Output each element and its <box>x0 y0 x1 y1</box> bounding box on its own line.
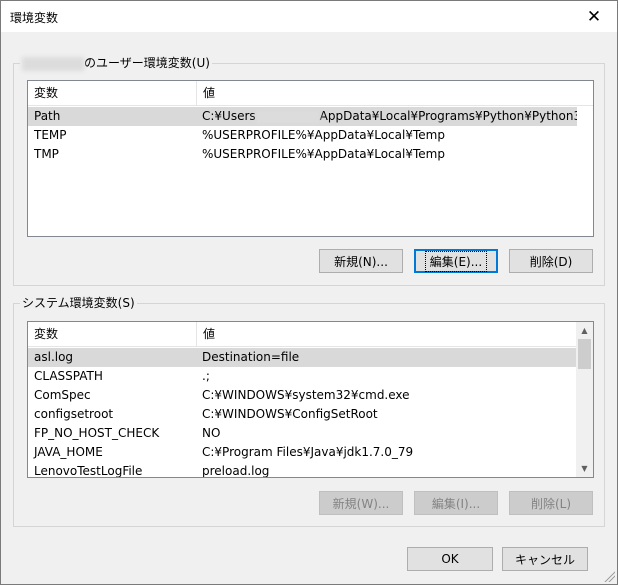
title-bar: 環境変数 ✕ <box>1 1 617 32</box>
redacted-username <box>22 56 84 71</box>
variable-value-cell: %USERPROFILE%¥AppData¥Local¥Temp <box>202 128 445 142</box>
variable-value-cell: %USERPROFILE%¥AppData¥Local¥Temp <box>202 147 445 161</box>
table-row[interactable]: TEMP %USERPROFILE%¥AppData¥Local¥Temp <box>28 126 577 145</box>
resize-grip-icon[interactable] <box>603 570 615 582</box>
variable-value-cell: C:¥WINDOWS¥ConfigSetRoot <box>202 407 378 421</box>
close-button[interactable]: ✕ <box>571 1 617 32</box>
column-header-value[interactable]: 値 <box>196 322 576 347</box>
environment-variables-dialog: 環境変数 ✕ のユーザー環境変数(U) 変数 値 Path C:¥Users Ap… <box>0 0 618 585</box>
scroll-up-arrow-icon[interactable]: ▲ <box>576 322 593 339</box>
variable-value-cell: C:¥WINDOWS¥system32¥cmd.exe <box>202 388 410 402</box>
variable-name-cell: LenovoTestLogFile <box>34 464 143 478</box>
table-row[interactable]: FP_NO_HOST_CHECK NO <box>28 424 576 443</box>
variable-name-cell: JAVA_HOME <box>34 445 103 459</box>
system-list-header: 変数 値 <box>28 322 576 347</box>
table-row[interactable]: ComSpec C:¥WINDOWS¥system32¥cmd.exe <box>28 386 576 405</box>
system-new-button[interactable]: 新規(W)... <box>319 491 403 515</box>
user-list-header: 変数 値 <box>28 81 593 106</box>
system-variables-group-label: システム環境変数(S) <box>20 296 137 310</box>
variable-name-cell: TEMP <box>34 128 67 142</box>
column-header-variable[interactable]: 変数 <box>28 322 196 347</box>
table-row[interactable]: CLASSPATH .; <box>28 367 576 386</box>
column-header-variable[interactable]: 変数 <box>28 81 196 106</box>
redacted-username <box>255 109 320 124</box>
variable-value-cell: C:¥Program Files¥Java¥jdk1.7.0_79 <box>202 445 414 459</box>
ok-button[interactable]: OK <box>407 547 493 571</box>
cancel-button[interactable]: キャンセル <box>502 547 588 571</box>
table-row[interactable]: LenovoTestLogFile preload.log <box>28 462 576 478</box>
scroll-down-arrow-icon[interactable]: ▼ <box>576 460 593 477</box>
vertical-scrollbar[interactable]: ▲ ▼ <box>576 322 593 477</box>
system-edit-button[interactable]: 編集(I)... <box>414 491 498 515</box>
variable-value-cell: Destination=file <box>202 350 300 364</box>
variable-value-cell: C:¥Users AppData¥Local¥Programs¥Python¥Py… <box>202 109 577 124</box>
user-variables-group-label: のユーザー環境変数(U) <box>20 56 212 71</box>
system-variables-group: システム環境変数(S) 変数 値 asl.log Destination=fil… <box>13 296 605 527</box>
scrollbar-thumb[interactable] <box>578 339 591 369</box>
user-edit-button-label: 編集(E)... <box>424 250 488 272</box>
table-row[interactable]: asl.log Destination=file <box>28 348 576 367</box>
variable-name-cell: configsetroot <box>34 407 114 421</box>
table-row[interactable]: configsetroot C:¥WINDOWS¥ConfigSetRoot <box>28 405 576 424</box>
variable-value-cell: .; <box>202 369 210 383</box>
system-variables-list[interactable]: 変数 値 asl.log Destination=file CLASSPATH … <box>27 321 594 478</box>
variable-name-cell: FP_NO_HOST_CHECK <box>34 426 160 440</box>
window-title: 環境変数 <box>10 11 59 25</box>
variable-name-cell: CLASSPATH <box>34 369 103 383</box>
user-edit-button[interactable]: 編集(E)... <box>414 249 498 273</box>
user-delete-button[interactable]: 削除(D) <box>509 249 593 273</box>
variable-name-cell: ComSpec <box>34 388 91 402</box>
variable-name-cell: asl.log <box>34 350 74 364</box>
variable-value-cell: preload.log <box>202 464 270 478</box>
system-delete-button[interactable]: 削除(L) <box>509 491 593 515</box>
variable-value-cell: NO <box>202 426 221 440</box>
variable-name-cell: Path <box>34 109 61 123</box>
user-variables-list[interactable]: 変数 値 Path C:¥Users AppData¥Local¥Programs… <box>27 80 594 237</box>
table-row[interactable]: TMP %USERPROFILE%¥AppData¥Local¥Temp <box>28 145 577 164</box>
user-new-button[interactable]: 新規(N)... <box>319 249 403 273</box>
column-header-value[interactable]: 値 <box>196 81 576 106</box>
close-icon: ✕ <box>586 6 602 27</box>
variable-name-cell: TMP <box>34 147 59 161</box>
user-variables-group: のユーザー環境変数(U) 変数 値 Path C:¥Users AppData¥L… <box>13 56 605 286</box>
table-row[interactable]: Path C:¥Users AppData¥Local¥Programs¥Pyth… <box>28 107 577 126</box>
table-row[interactable]: JAVA_HOME C:¥Program Files¥Java¥jdk1.7.0… <box>28 443 576 462</box>
